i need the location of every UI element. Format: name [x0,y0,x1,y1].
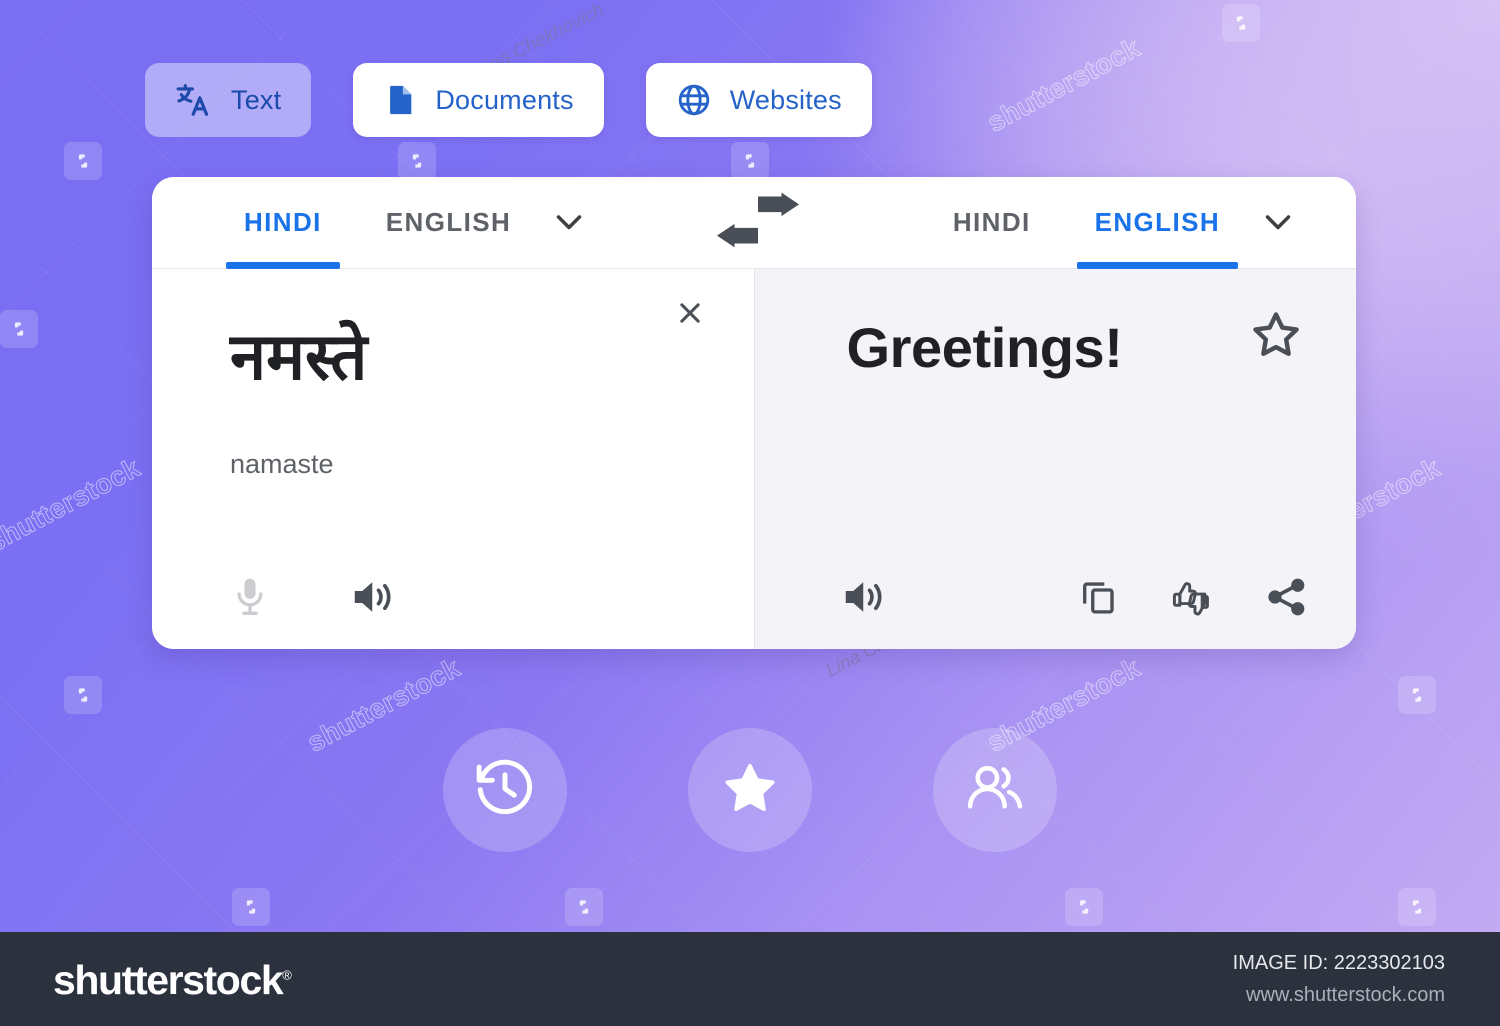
target-speaker-group [839,571,891,623]
source-language-chevron-down-icon[interactable] [543,177,595,269]
target-language-chevron-down-icon[interactable] [1252,177,1304,269]
source-language-english[interactable]: ENGLISH [354,177,543,269]
share-icon[interactable] [1260,571,1312,623]
speaker-icon[interactable] [839,571,891,623]
target-language-hindi[interactable]: HINDI [921,177,1063,269]
microphone-icon[interactable] [224,571,276,623]
star-outline-icon[interactable] [1248,307,1304,363]
source-language-hindi[interactable]: HINDI [212,177,354,269]
shutterstock-url: www.shutterstock.com [1246,984,1445,1006]
source-text[interactable]: नमस्ते [230,323,367,392]
language-selector-bar: HINDI ENGLISH HINDI ENGLISH [152,177,1356,269]
quick-action-bar [0,728,1500,852]
registered-mark: ® [282,967,292,983]
document-icon [383,81,417,119]
swap-languages-button[interactable] [698,177,818,268]
target-language-group: HINDI ENGLISH [818,177,1356,269]
history-button[interactable] [443,728,567,852]
target-language-hindi-label: HINDI [952,207,1031,237]
globe-icon [676,82,712,118]
target-pane: Greetings! [753,269,1356,649]
target-language-english[interactable]: ENGLISH [1063,177,1252,269]
screenshot-root: shutterstock shutterstock shutterstock s… [0,0,1500,1026]
target-language-english-label: ENGLISH [1094,207,1220,237]
footer-bar: shutterstock® IMAGE ID: 2223302103 www.s… [0,932,1500,1026]
source-language-hindi-label: HINDI [244,207,322,237]
community-button[interactable] [933,728,1057,852]
mode-tab-websites-label: Websites [729,84,842,115]
mode-tab-text[interactable]: Text [145,63,312,137]
source-actions [224,571,400,623]
target-text: Greetings! [846,316,1123,379]
target-actions [1072,571,1312,623]
source-language-group: HINDI ENGLISH [152,177,698,269]
starred-icon [719,757,781,824]
saved-button[interactable] [688,728,812,852]
translation-panes: नमस्ते namaste Greetings! [152,269,1356,649]
mode-tab-text-label: Text [231,84,282,115]
source-pane: नमस्ते namaste [152,269,754,649]
mode-tab-bar: Text Documents Websites [145,63,872,137]
community-icon [962,755,1028,826]
close-icon[interactable] [670,293,710,333]
source-language-english-label: ENGLISH [385,207,512,237]
copy-icon[interactable] [1072,571,1124,623]
translate-icon [175,81,213,119]
source-transliteration: namaste [230,449,334,479]
feedback-icon[interactable] [1166,571,1218,623]
mode-tab-documents[interactable]: Documents [353,63,604,137]
translator-card: HINDI ENGLISH HINDI ENGLISH नमस्ते namas… [152,177,1356,649]
mode-tab-documents-label: Documents [435,84,574,115]
speaker-icon[interactable] [348,571,400,623]
shutterstock-logo: shutterstock® [53,957,292,1004]
shutterstock-logo-text: shutterstock [53,957,284,1003]
image-id-label: IMAGE ID: 2223302103 [1232,952,1445,974]
swap-arrows-icon [715,192,801,253]
history-icon [472,755,538,826]
mode-tab-websites[interactable]: Websites [645,63,872,137]
